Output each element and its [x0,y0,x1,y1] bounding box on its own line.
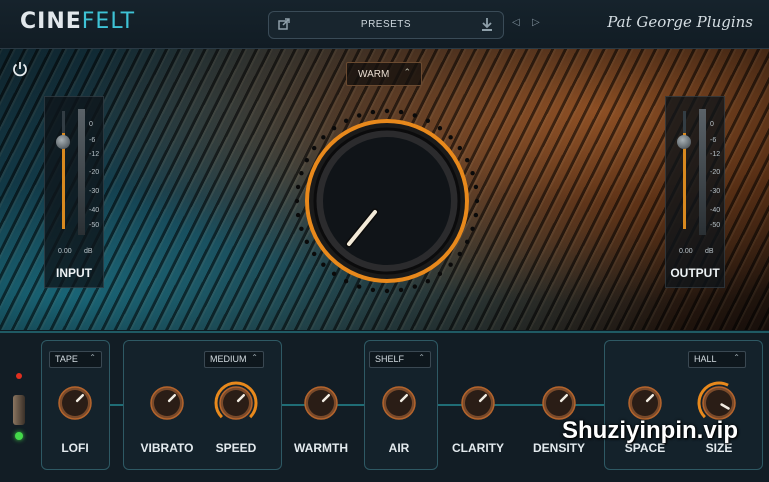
output-slider-handle[interactable] [677,135,691,149]
mode-value: WARM [358,69,390,80]
warmth-knob[interactable] [299,381,343,425]
output-scale-1: -6 [710,137,717,144]
logo-part1: CINE [20,9,82,34]
input-level-bar [78,109,85,235]
chevron-down-icon: ⌃ [418,353,425,362]
logo-part2: FELT [81,9,136,34]
presets-bar[interactable]: PRESETS [268,11,504,39]
chevron-down-icon: ⌃ [733,353,740,362]
clarity-label: CLARITY [452,441,504,455]
chevron-down-icon: ⌃ [403,67,411,77]
active-led [15,432,23,440]
output-scale-5: -40 [710,207,721,214]
output-value: 0.00 [679,248,693,255]
brand-name: Pat George Plugins [607,13,753,31]
signal-wire [108,404,124,406]
main-knob[interactable] [292,106,482,296]
size-select-value: HALL [694,354,717,364]
speed-knob[interactable] [214,381,258,425]
size-dropdown[interactable]: HALL ⌃ [688,351,746,368]
input-scale-2: -12 [89,151,100,158]
input-scale-1: -6 [89,137,96,144]
input-meter: 0 -6 -12 -20 -30 -40 -50 0.00 dB INPUT [44,96,104,288]
speed-select-value: MEDIUM [210,354,247,364]
clarity-knob[interactable] [456,381,500,425]
chevron-left-icon[interactable]: ◁ [512,17,520,28]
app-logo: CINEFELT [20,9,135,34]
clip-led [16,373,22,379]
lofi-select-value: TAPE [55,354,78,364]
input-slider-handle[interactable] [56,135,70,149]
input-scale-6: -50 [89,222,100,229]
vibrato-knob[interactable] [145,381,189,425]
air-dropdown[interactable]: SHELF ⌃ [369,351,431,368]
chevron-right-icon[interactable]: ▷ [532,17,540,28]
chevron-down-icon: ⌃ [89,353,96,362]
lofi-knob[interactable] [53,381,97,425]
input-scale-0: 0 [89,121,93,128]
warmth-label: WARMTH [294,441,348,455]
output-scale-6: -50 [710,222,721,229]
air-label: AIR [388,441,410,455]
watermark-text: Shuziyinpin.vip [562,417,739,444]
input-unit: dB [84,248,93,255]
input-value: 0.00 [58,248,72,255]
input-scale-3: -20 [89,169,100,176]
output-label: OUTPUT [670,266,720,280]
output-meter: 0 -6 -12 -20 -30 -40 -50 0.00 dB OUTPUT [665,96,725,288]
output-level-bar [699,109,706,235]
input-label: INPUT [56,266,92,280]
presets-label[interactable]: PRESETS [269,19,503,30]
lofi-label: LOFI [61,441,89,455]
input-scale-5: -40 [89,207,100,214]
speed-dropdown[interactable]: MEDIUM ⌃ [204,351,264,368]
bypass-switch[interactable] [13,395,25,425]
download-icon[interactable] [481,17,493,34]
output-scale-3: -20 [710,169,721,176]
main-knob-graphic[interactable] [292,106,482,296]
mode-dropdown[interactable]: WARM ⌃ [346,62,422,86]
output-scale-2: -12 [710,151,721,158]
chevron-down-icon: ⌃ [251,353,258,362]
input-scale-4: -30 [89,188,100,195]
lofi-dropdown[interactable]: TAPE ⌃ [49,351,102,368]
air-select-value: SHELF [375,354,405,364]
output-unit: dB [705,248,714,255]
top-bar: CINEFELT PRESETS ◁ ▷ Pat George Plugins [0,0,769,49]
power-icon[interactable] [11,60,29,78]
output-scale-4: -30 [710,188,721,195]
air-knob[interactable] [377,381,421,425]
output-scale-0: 0 [710,121,714,128]
speed-label: SPEED [215,441,257,455]
